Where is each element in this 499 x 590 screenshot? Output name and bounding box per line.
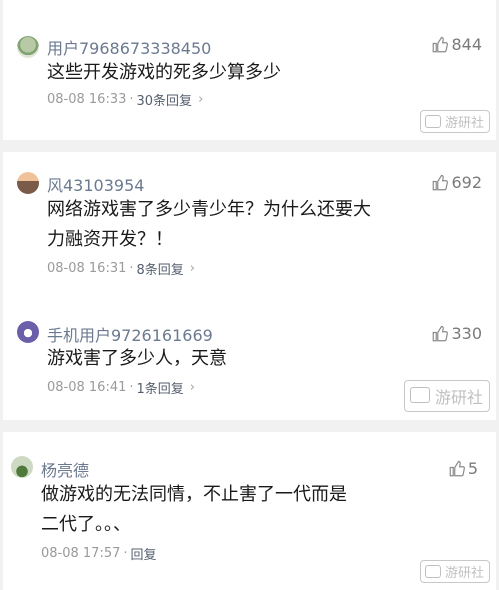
comment-meta: 08-08 16:33 · 30条回复 ›	[47, 90, 203, 109]
youyanshe-logo-icon	[424, 565, 441, 578]
watermark-text: 游研社	[444, 566, 484, 581]
comment-time: 08-08 16:33	[47, 92, 127, 107]
thumbs-up-icon	[431, 325, 449, 343]
watermark-text: 游研社	[434, 388, 483, 407]
comment-username[interactable]: 用户7968673338450	[47, 35, 211, 59]
avatar[interactable]	[17, 172, 39, 194]
separator-dot: ·	[123, 546, 128, 561]
like-count: 692	[451, 173, 482, 192]
like-count: 844	[451, 35, 482, 54]
like-button[interactable]: 330	[431, 324, 482, 343]
comment-text-line: 力融资开发？！	[47, 229, 173, 250]
avatar[interactable]	[17, 36, 39, 58]
like-count: 5	[467, 459, 478, 478]
comment-text-line: 这些开发游戏的死多少算多少	[47, 62, 281, 83]
youyanshe-logo-icon	[409, 387, 430, 403]
comment-card: 用户7968673338450 844 这些开发游戏的死多少算多少 08-08 …	[3, 0, 496, 140]
like-button[interactable]: 5	[448, 459, 478, 478]
comment-card: 风43103954 692 网络游戏害了多少青少年？为什么还要大 力融资开发？！…	[3, 152, 496, 420]
comment-text-line: 二代了。。、	[41, 514, 131, 535]
separator-dot: ·	[129, 92, 134, 107]
comment-text-line: 网络游戏害了多少青少年？为什么还要大	[47, 199, 371, 220]
thumbs-up-icon	[431, 174, 449, 192]
watermark-text: 游研社	[444, 116, 484, 131]
replies-link[interactable]: 8条回复	[137, 259, 184, 278]
comment-text: 游戏害了多少人，天意	[47, 344, 227, 374]
comment-text: 网络游戏害了多少青少年？为什么还要大 力融资开发？！	[47, 195, 371, 255]
comment-meta: 08-08 16:41 · 1条回复 ›	[47, 378, 195, 397]
comment-card: 杨亮德 5 做游戏的无法同情，不止害了一代而是 二代了。。、 08-08 17:…	[3, 432, 496, 590]
like-count: 330	[451, 324, 482, 343]
comment-time: 08-08 16:31	[47, 261, 127, 276]
chevron-right-icon[interactable]: ›	[190, 261, 195, 276]
like-button[interactable]: 692	[431, 173, 482, 192]
replies-link[interactable]: 30条回复	[137, 90, 193, 109]
watermark-logo: 游研社	[403, 380, 490, 412]
comment-username[interactable]: 杨亮德	[41, 457, 89, 481]
thumbs-up-icon	[431, 36, 449, 54]
chevron-right-icon[interactable]: ›	[198, 92, 203, 107]
chevron-right-icon[interactable]: ›	[190, 380, 195, 395]
thumbs-up-icon	[448, 460, 466, 478]
comment-username[interactable]: 风43103954	[47, 172, 144, 196]
separator-dot: ·	[129, 380, 134, 395]
comment-text-line: 做游戏的无法同情，不止害了一代而是	[41, 484, 347, 505]
comment-text-line: 游戏害了多少人，天意	[47, 348, 227, 369]
replies-link[interactable]: 1条回复	[137, 378, 184, 397]
comment-username[interactable]: 手机用户9726161669	[47, 322, 213, 346]
reply-link[interactable]: 回复	[131, 544, 157, 563]
watermark-logo: 游研社	[419, 110, 490, 133]
avatar[interactable]	[17, 321, 39, 343]
avatar[interactable]	[11, 456, 33, 478]
comment-time: 08-08 17:57	[41, 546, 121, 561]
comment-time: 08-08 16:41	[47, 380, 127, 395]
youyanshe-logo-icon	[424, 115, 441, 128]
like-button[interactable]: 844	[431, 35, 482, 54]
separator-dot: ·	[129, 261, 134, 276]
watermark-logo: 游研社	[419, 560, 490, 583]
comment-meta: 08-08 17:57 · 回复	[41, 544, 157, 563]
comment-meta: 08-08 16:31 · 8条回复 ›	[47, 259, 195, 278]
comment-text: 做游戏的无法同情，不止害了一代而是 二代了。。、	[41, 480, 347, 540]
comment-text: 这些开发游戏的死多少算多少	[47, 58, 281, 88]
